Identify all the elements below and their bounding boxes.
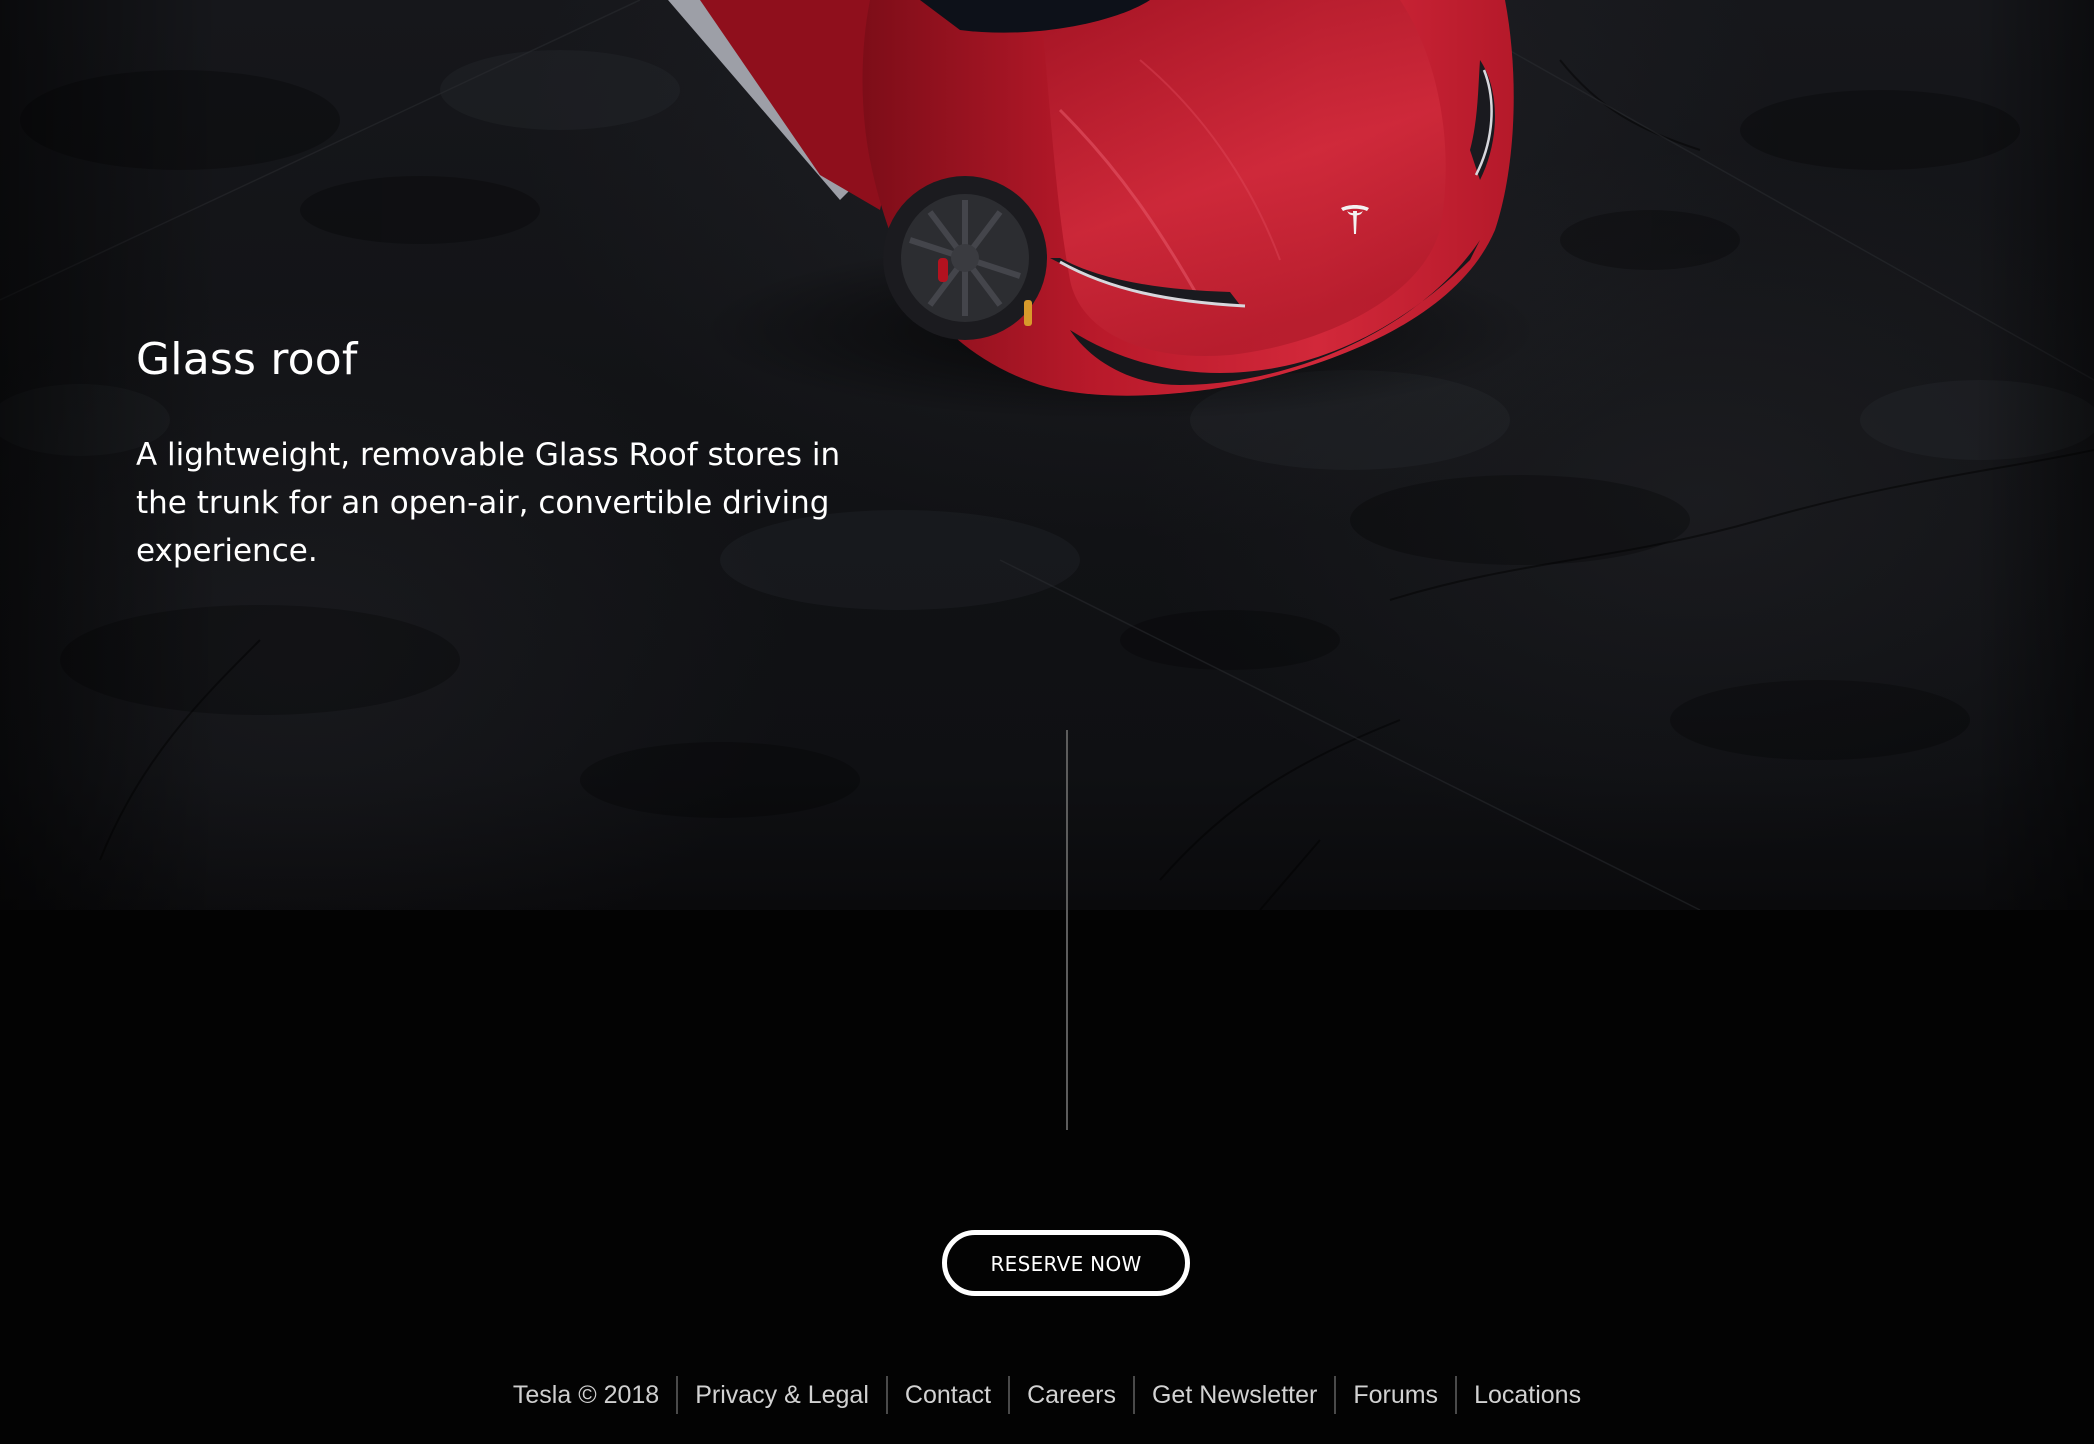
footer-link-privacy-legal[interactable]: Privacy & Legal bbox=[678, 1376, 886, 1414]
footer-link-contact[interactable]: Contact bbox=[888, 1376, 1008, 1414]
hero-section: Glass roof A lightweight, removable Glas… bbox=[0, 0, 2094, 910]
reserve-now-button[interactable]: RESERVE NOW bbox=[942, 1230, 1190, 1296]
footer-link-careers[interactable]: Careers bbox=[1010, 1376, 1133, 1414]
footer: Tesla © 2018 Privacy & Legal Contact Car… bbox=[0, 1372, 2094, 1418]
feature-description: A lightweight, removable Glass Roof stor… bbox=[136, 437, 841, 569]
footer-link-get-newsletter[interactable]: Get Newsletter bbox=[1135, 1376, 1334, 1414]
footer-link-forums[interactable]: Forums bbox=[1336, 1376, 1455, 1414]
vertical-divider-line bbox=[1066, 730, 1068, 1130]
footer-copyright: Tesla © 2018 bbox=[512, 1381, 660, 1409]
hero-vignette-right bbox=[1974, 0, 2094, 910]
roadster-car-image bbox=[668, 0, 1540, 420]
page: Glass roof A lightweight, removable Glas… bbox=[0, 0, 2094, 1444]
feature-title: Glass roof bbox=[136, 334, 358, 385]
footer-link-locations[interactable]: Locations bbox=[1457, 1376, 1598, 1414]
